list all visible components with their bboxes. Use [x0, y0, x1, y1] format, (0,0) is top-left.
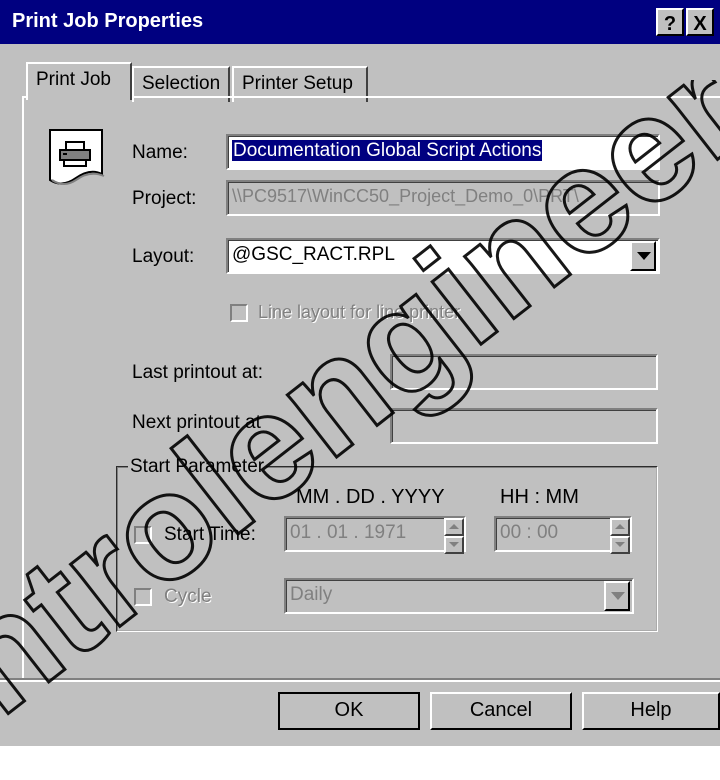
next-printout-label: Next printout at	[132, 412, 261, 433]
tab-label: Selection	[142, 73, 221, 94]
tab-label: Printer Setup	[242, 73, 353, 94]
ok-button[interactable]: OK	[278, 692, 420, 730]
cycle-checkbox[interactable]	[134, 588, 152, 606]
line-layout-checkbox[interactable]	[230, 304, 248, 322]
layout-dropdown[interactable]: @GSC_RACT.RPL	[226, 238, 660, 274]
name-value: Documentation Global Script Actions	[232, 140, 543, 161]
time-spin-down-icon[interactable]	[610, 536, 630, 554]
window-title: Print Job Properties	[12, 10, 204, 32]
project-label: Project:	[132, 188, 197, 209]
date-spin-down-icon[interactable]	[444, 536, 464, 554]
start-date-field: 01 . 01 . 1971	[284, 516, 466, 552]
project-value: \\PC9517\WinCC50_Project_Demo_0\PRT\	[232, 186, 579, 206]
cycle-dropdown-arrow[interactable]	[604, 581, 630, 611]
title-bar[interactable]: Print Job Properties ? X	[0, 0, 720, 44]
dialog-window: Print Job Properties ? X Print Job Selec…	[0, 0, 720, 746]
date-format-label: MM . DD . YYYY	[296, 486, 445, 508]
project-field: \\PC9517\WinCC50_Project_Demo_0\PRT\	[226, 180, 660, 216]
line-layout-label: Line layout for line printer	[258, 302, 461, 322]
cancel-button[interactable]: Cancel	[430, 692, 572, 730]
last-printout-label: Last printout at:	[132, 362, 263, 383]
start-time-value: 00 : 00	[500, 522, 559, 543]
printer-icon	[46, 126, 106, 190]
name-label: Name:	[132, 142, 188, 163]
date-spin-up-icon[interactable]	[444, 518, 464, 536]
close-title-button[interactable]: X	[686, 8, 714, 36]
layout-value: @GSC_RACT.RPL	[232, 244, 395, 265]
bottom-separator	[0, 678, 720, 682]
layout-label: Layout:	[132, 246, 195, 267]
layout-dropdown-arrow[interactable]	[630, 241, 656, 271]
start-parameter-title: Start Parameter	[128, 456, 267, 478]
time-spin-up-icon[interactable]	[610, 518, 630, 536]
cycle-label: Cycle	[164, 586, 212, 607]
last-printout-field	[390, 354, 658, 390]
tab-label: Print Job	[36, 69, 111, 90]
help-button[interactable]: Help	[582, 692, 720, 730]
start-time-checkbox[interactable]	[134, 526, 152, 544]
help-title-button[interactable]: ?	[656, 8, 684, 36]
time-format-label: HH : MM	[500, 486, 579, 508]
start-time-label: Start Time:	[164, 524, 256, 545]
name-input[interactable]: Documentation Global Script Actions	[226, 134, 660, 170]
cycle-dropdown[interactable]: Daily	[284, 578, 634, 614]
start-date-value: 01 . 01 . 1971	[290, 522, 407, 543]
tab-print-job[interactable]: Print Job	[26, 62, 132, 100]
next-printout-field	[390, 408, 658, 444]
cycle-value: Daily	[290, 584, 333, 605]
